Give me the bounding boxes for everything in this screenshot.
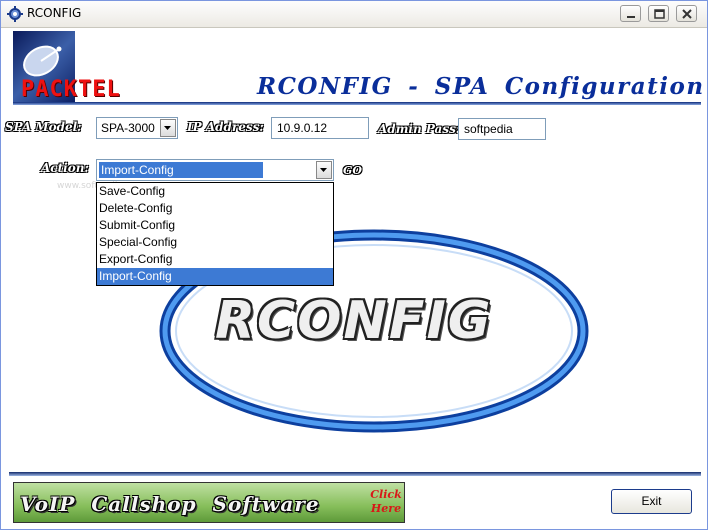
app-window: RCONFIG PACKTEL RCONFIG - SPA Configurat…: [0, 0, 708, 530]
action-option[interactable]: Submit-Config: [97, 217, 333, 234]
action-option-selected[interactable]: Import-Config: [97, 268, 333, 285]
exit-button[interactable]: Exit: [611, 489, 692, 514]
action-option[interactable]: Special-Config: [97, 234, 333, 251]
voip-callshop-banner[interactable]: VoIP Callshop Software Click Here: [13, 482, 405, 523]
click-here-line1: Click: [370, 488, 402, 501]
click-here-link[interactable]: Click Here: [368, 488, 404, 516]
banner-text: VoIP Callshop Software: [20, 492, 320, 516]
action-option[interactable]: Export-Config: [97, 251, 333, 268]
action-option[interactable]: Save-Config: [97, 183, 333, 200]
click-here-line2: Here: [370, 502, 402, 515]
center-logo-text: RCONFIG: [215, 291, 493, 351]
action-dropdown-list[interactable]: Save-Config Delete-Config Submit-Config …: [96, 182, 334, 286]
footer-divider: [9, 472, 701, 476]
action-option[interactable]: Delete-Config: [97, 200, 333, 217]
